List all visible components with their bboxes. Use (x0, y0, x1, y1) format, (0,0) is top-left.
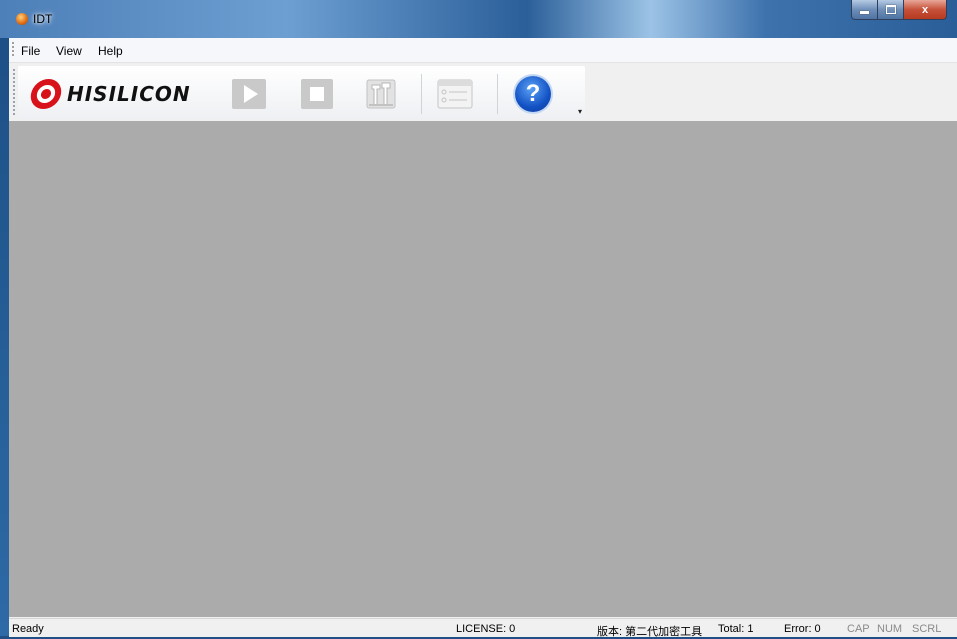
close-icon: x (921, 3, 929, 16)
status-license: LICENSE: 0 (456, 623, 516, 635)
start-button[interactable] (231, 76, 267, 112)
toolbar: HISILICON ? (13, 66, 585, 119)
menu-file[interactable]: File (21, 44, 40, 58)
status-num: NUM (877, 623, 903, 635)
hisilicon-logo-icon (28, 79, 64, 109)
client-area: File View Help HISILICON ? ▾ Ready LICEN… (9, 38, 957, 638)
toolbar-overflow-icon[interactable]: ▾ (578, 108, 585, 116)
maximize-icon (885, 5, 896, 14)
menu-grip-icon[interactable] (12, 42, 14, 58)
mdi-workspace[interactable] (9, 121, 957, 617)
toolbar-grip-icon[interactable] (13, 69, 15, 117)
caption-buttons: x (851, 0, 947, 20)
tools-icon (366, 79, 396, 109)
start-icon (232, 79, 266, 109)
toolbar-separator (497, 74, 498, 114)
status-scrl: SCRL (912, 623, 942, 635)
maximize-button[interactable] (878, 0, 904, 20)
toolbar-row: HISILICON ? ▾ (9, 63, 957, 120)
stop-icon (301, 79, 333, 109)
status-cap: CAP (847, 623, 870, 635)
menu-view[interactable]: View (56, 44, 82, 58)
status-error: Error: 0 (784, 623, 821, 635)
window-title: IDT (33, 12, 53, 26)
status-bar: Ready LICENSE: 0 版本: 第二代加密工具 Total: 1 Er… (9, 618, 957, 638)
help-button[interactable]: ? (515, 76, 551, 112)
toolbar-separator (421, 74, 422, 114)
help-icon: ? (515, 76, 551, 112)
minimize-button[interactable] (851, 0, 878, 20)
close-button[interactable]: x (904, 0, 947, 20)
menu-help[interactable]: Help (98, 44, 123, 58)
logo-text: HISILICON (67, 82, 191, 106)
status-version: 版本: 第二代加密工具 (597, 626, 703, 638)
hisilicon-logo: HISILICON (28, 75, 226, 113)
app-icon[interactable] (16, 13, 28, 25)
app-window: IDT x File View Help HISILICON ? ▾ Ready… (0, 0, 957, 638)
tools-button[interactable] (363, 76, 399, 112)
settings-window-button[interactable] (437, 76, 473, 112)
status-total: Total: 1 (718, 623, 754, 635)
minimize-icon (860, 11, 869, 14)
stop-button[interactable] (299, 76, 335, 112)
settings-window-icon (437, 79, 473, 109)
title-bar[interactable]: IDT x (0, 0, 957, 38)
status-ready: Ready (12, 623, 44, 635)
menu-bar: File View Help (9, 38, 957, 63)
